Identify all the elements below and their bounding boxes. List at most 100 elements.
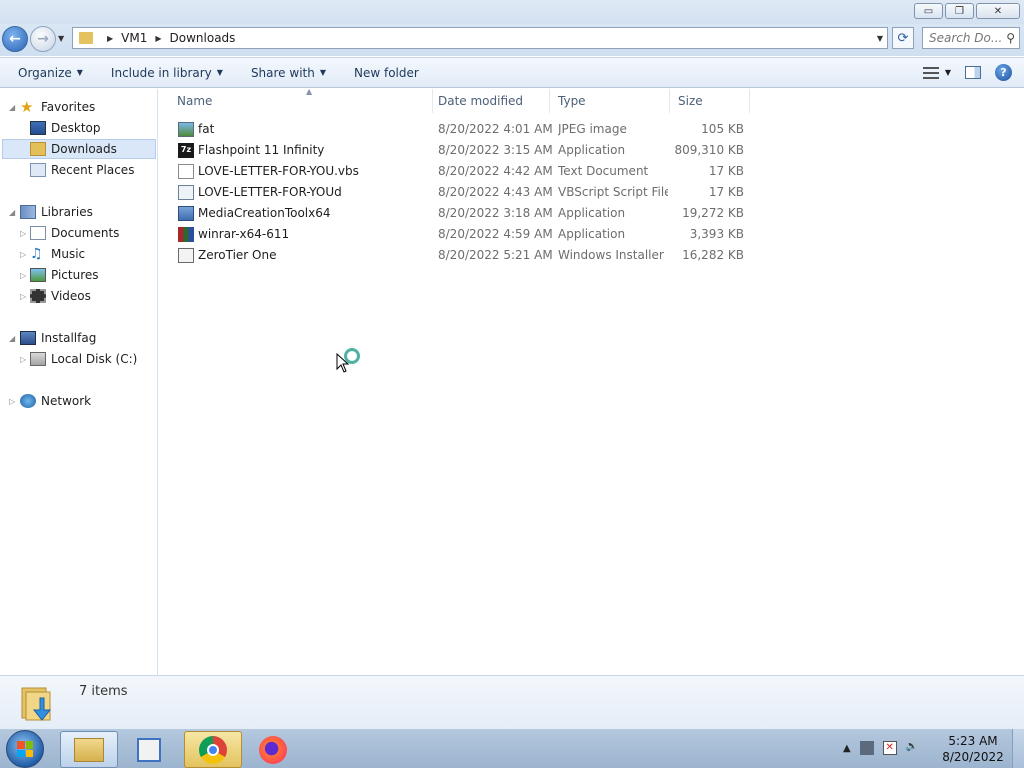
column-header-name[interactable]: Name ▲ (169, 87, 433, 113)
sidebar-item-label: Recent Places (51, 163, 135, 177)
sidebar-item-recent-places[interactable]: Recent Places (30, 160, 134, 180)
details-pane: 7 items (0, 675, 1024, 728)
file-row[interactable]: LOVE-LETTER-FOR-YOUd 8/20/2022 4:43 AM V… (159, 182, 919, 203)
file-date: 8/20/2022 4:59 AM (438, 227, 553, 241)
column-header-type[interactable]: Type (550, 89, 670, 113)
recent-pages-dropdown[interactable]: ▼ (58, 34, 64, 43)
search-input[interactable]: Search Do... ⚲ (922, 27, 1020, 49)
taskbar-media-player[interactable] (120, 731, 178, 768)
breadcrumb-separator-icon[interactable]: ▶ (107, 34, 113, 43)
sidebar-item-documents[interactable]: Documents (30, 223, 119, 243)
expand-videos-icon[interactable]: ▷ (20, 292, 26, 301)
downloads-folder-icon (21, 687, 52, 721)
sidebar-item-label: Network (41, 394, 92, 408)
show-hidden-icons-icon[interactable]: ▲ (843, 743, 851, 754)
clock[interactable]: 5:23 AM 8/20/2022 (938, 733, 1008, 765)
taskbar-explorer[interactable] (60, 731, 118, 768)
include-in-library-button[interactable]: Include in library ▼ (93, 58, 233, 87)
view-details-icon[interactable] (922, 66, 939, 79)
expand-pictures-icon[interactable]: ▷ (20, 271, 26, 280)
action-center-icon[interactable]: ✕ (882, 741, 897, 755)
jpeg-icon (178, 122, 194, 137)
sidebar-item-label: Local Disk (C:) (51, 352, 138, 366)
file-type: Text Document (558, 164, 649, 178)
taskbar-firefox[interactable] (244, 731, 302, 768)
taskbar: ▲ ✕ 🔊 5:23 AM 8/20/2022 (0, 728, 1024, 768)
file-name: winrar-x64-611 (198, 227, 290, 241)
maximize-button[interactable]: ❐ (945, 3, 974, 19)
sidebar-item-libraries[interactable]: Libraries (20, 202, 93, 222)
start-button[interactable] (6, 730, 44, 768)
file-type: JPEG image (558, 122, 627, 136)
sidebar-item-network[interactable]: Network (20, 391, 91, 411)
breadcrumb-vm1[interactable]: VM1 (121, 31, 147, 45)
file-row[interactable]: fat 8/20/2022 4:01 AM JPEG image 105 KB (159, 119, 919, 140)
breadcrumb-separator-icon[interactable]: ▶ (155, 34, 161, 43)
file-size: 19,272 KB (682, 206, 744, 220)
search-icon[interactable]: ⚲ (1006, 31, 1015, 45)
new-folder-button[interactable]: New folder (336, 58, 429, 87)
file-size: 17 KB (708, 164, 744, 178)
navigation-pane: ◢ ★ Favorites Desktop Downloads Recent P… (0, 89, 158, 675)
network-icon (20, 394, 36, 408)
help-icon[interactable]: ? (995, 64, 1012, 81)
expand-network-icon[interactable]: ▷ (9, 397, 15, 406)
file-name: LOVE-LETTER-FOR-YOUd (198, 185, 342, 199)
include-in-library-label: Include in library (110, 65, 212, 80)
expand-documents-icon[interactable]: ▷ (20, 229, 26, 238)
sidebar-item-pictures[interactable]: Pictures (30, 265, 99, 285)
expand-libraries-icon[interactable]: ◢ (9, 208, 15, 217)
chevron-down-icon: ▼ (76, 68, 83, 77)
column-header-label: Size (678, 94, 703, 108)
file-row[interactable]: winrar-x64-611 8/20/2022 4:59 AM Applica… (159, 224, 919, 245)
file-date: 8/20/2022 4:42 AM (438, 164, 553, 178)
file-type: Windows Installer ... (558, 248, 668, 262)
file-row[interactable]: LOVE-LETTER-FOR-YOU.vbs 8/20/2022 4:42 A… (159, 161, 919, 182)
back-button[interactable]: ← (2, 26, 28, 52)
file-date: 8/20/2022 5:21 AM (438, 248, 553, 262)
expand-computer-icon[interactable]: ◢ (9, 334, 15, 343)
close-button[interactable]: ✕ (976, 3, 1020, 19)
column-header-date-modified[interactable]: Date modified (430, 89, 550, 113)
share-with-label: Share with (250, 65, 315, 80)
organize-button[interactable]: Organize ▼ (0, 58, 93, 87)
sidebar-item-desktop[interactable]: Desktop (30, 118, 101, 138)
sidebar-item-label: Documents (51, 226, 120, 240)
file-row[interactable]: 7z Flashpoint 11 Infinity 8/20/2022 3:15… (159, 140, 919, 161)
file-date: 8/20/2022 4:43 AM (438, 185, 553, 199)
file-row[interactable]: MediaCreationToolx64 8/20/2022 3:18 AM A… (159, 203, 919, 224)
share-with-button[interactable]: Share with ▼ (233, 58, 336, 87)
expand-local-disk-icon[interactable]: ▷ (20, 355, 26, 364)
sidebar-item-computer[interactable]: Installfag (20, 328, 96, 348)
expand-music-icon[interactable]: ▷ (20, 250, 26, 259)
application-icon (178, 206, 194, 221)
view-options-dropdown-icon[interactable]: ▼ (945, 68, 951, 77)
column-header-size[interactable]: Size (670, 89, 750, 113)
documents-icon (30, 226, 46, 240)
refresh-button[interactable]: ⟳ (892, 27, 914, 49)
sidebar-item-favorites[interactable]: ★ Favorites (20, 97, 95, 117)
file-type: Application (558, 206, 626, 220)
forward-button[interactable]: → (30, 26, 56, 52)
sidebar-item-local-disk[interactable]: Local Disk (C:) (30, 349, 137, 369)
chrome-icon (199, 735, 227, 764)
minimize-button[interactable]: ▭ (914, 3, 943, 19)
preview-pane-icon[interactable] (965, 66, 981, 79)
sidebar-item-label: Videos (51, 289, 91, 303)
show-desktop-button[interactable] (1012, 729, 1024, 768)
taskbar-chrome[interactable] (184, 731, 242, 768)
7zip-icon: 7z (178, 143, 194, 158)
sidebar-item-music[interactable]: ♫ Music (30, 244, 85, 264)
network-status-icon[interactable] (859, 741, 874, 755)
expand-favorites-icon[interactable]: ◢ (9, 103, 15, 112)
computer-icon (20, 331, 36, 345)
address-dropdown-icon[interactable]: ▼ (877, 34, 883, 43)
address-bar[interactable]: ▶ VM1 ▶ Downloads ▼ (72, 27, 888, 49)
file-row[interactable]: ZeroTier One 8/20/2022 5:21 AM Windows I… (159, 245, 919, 266)
sidebar-item-videos[interactable]: Videos (30, 286, 91, 306)
caption-buttons: ▭ ❐ ✕ (914, 3, 1020, 19)
volume-icon[interactable]: 🔊 (906, 741, 920, 755)
breadcrumb-downloads[interactable]: Downloads (170, 31, 236, 45)
sidebar-item-downloads[interactable]: Downloads (2, 139, 156, 159)
folder-icon (79, 32, 93, 44)
